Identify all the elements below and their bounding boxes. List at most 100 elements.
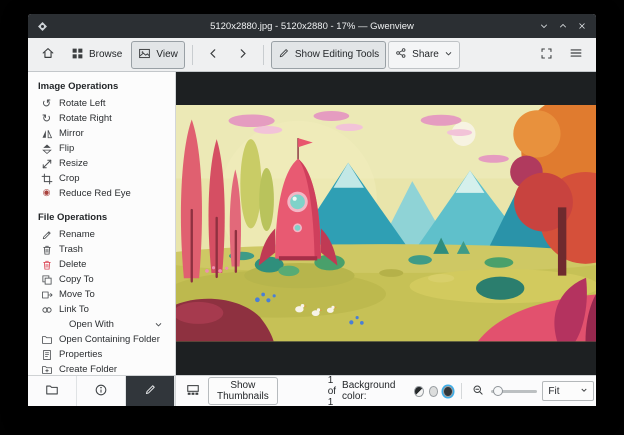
browse-mode-button[interactable]: Browse [64, 41, 129, 69]
photo-rocket-illustration [176, 105, 596, 342]
thumbnails-icon [186, 383, 200, 400]
sidebar-item-label: Move To [59, 289, 95, 300]
chevron-down-icon [444, 49, 453, 61]
view-icon [138, 47, 151, 63]
share-button[interactable]: Share [388, 40, 460, 69]
sidebar-item-link-to[interactable]: Link To [38, 302, 175, 317]
background-dark-swatch[interactable] [443, 385, 453, 397]
edit-pencil-icon [278, 47, 290, 62]
close-button[interactable] [577, 21, 587, 31]
sidebar-item-trash[interactable]: Trash [38, 242, 175, 257]
browse-label: Browse [89, 49, 123, 60]
background-auto-swatch[interactable] [414, 385, 424, 397]
document-properties-icon [40, 348, 53, 361]
sidebar-item-create-folder[interactable]: Create Folder [38, 362, 175, 375]
operations-sidebar: Image Operations ↺ Rotate Left ↻ Rotate … [28, 72, 176, 375]
chevron-down-icon [154, 320, 163, 329]
main-toolbar: Browse View Show Editing Tools Share [28, 38, 596, 72]
zoom-slider-knob[interactable] [492, 386, 503, 396]
sidebar-item-label: Properties [59, 349, 103, 360]
view-label: View [156, 49, 178, 60]
link-icon [40, 303, 53, 316]
home-icon [41, 46, 55, 63]
sidebar-tab-bar [28, 376, 176, 406]
red-eye-icon: ◉ [42, 188, 51, 198]
image-counter: 1 of 1 [327, 374, 337, 407]
view-mode-button[interactable]: View [131, 40, 185, 69]
back-button[interactable] [200, 41, 227, 69]
chevron-down-icon [580, 386, 588, 397]
tab-folders[interactable] [28, 376, 77, 406]
tab-information[interactable] [77, 376, 126, 406]
background-light-swatch[interactable] [428, 385, 439, 397]
mirror-icon [40, 127, 53, 140]
folder-open-icon [40, 333, 53, 346]
fullscreen-icon [540, 47, 553, 63]
sidebar-item-copy-to[interactable]: Copy To [38, 272, 175, 287]
fullscreen-button[interactable] [533, 41, 560, 69]
sidebar-item-crop[interactable]: Crop [38, 171, 175, 186]
titlebar[interactable]: 5120x2880.jpg - 5120x2880 - 17% — Gwenvi… [28, 14, 596, 38]
zoom-out-icon [472, 384, 484, 399]
sidebar-item-reduce-red-eye[interactable]: ◉ Reduce Red Eye [38, 186, 175, 201]
sidebar-item-label: Open Containing Folder [59, 334, 160, 345]
zoom-out-button[interactable] [470, 382, 486, 401]
sidebar-item-label: Crop [59, 173, 80, 184]
folder-icon [45, 383, 59, 400]
sidebar-item-label: Resize [59, 158, 89, 169]
sidebar-item-flip[interactable]: Flip [38, 141, 175, 156]
menu-button[interactable] [562, 41, 590, 69]
sidebar-item-mirror[interactable]: Mirror [38, 126, 175, 141]
tab-operations[interactable] [126, 376, 175, 406]
home-button[interactable] [34, 41, 62, 69]
sidebar-item-label: Copy To [59, 274, 94, 285]
move-icon [40, 288, 53, 301]
sidebar-item-label: Trash [59, 244, 83, 255]
sidebar-item-open-containing-folder[interactable]: Open Containing Folder [38, 332, 175, 347]
sidebar-item-resize[interactable]: Resize [38, 156, 175, 171]
statusbar: Show Thumbnails 1 of 1 Background color: [28, 375, 596, 406]
delete-icon [40, 258, 53, 271]
rotate-right-icon: ↻ [41, 112, 52, 125]
zoom-mode-value: Fit [548, 385, 560, 397]
toolbar-separator [191, 44, 193, 65]
window-title: 5120x2880.jpg - 5120x2880 - 17% — Gwenvi… [210, 20, 414, 32]
sidebar-item-move-to[interactable]: Move To [38, 287, 175, 302]
info-icon [94, 383, 108, 400]
forward-icon [236, 47, 249, 63]
sidebar-item-label: Rename [59, 229, 95, 240]
rename-icon [40, 228, 53, 241]
show-thumbnails-button[interactable]: Show Thumbnails [208, 377, 278, 405]
sidebar-item-properties[interactable]: Properties [38, 347, 175, 362]
forward-button[interactable] [229, 41, 256, 69]
edit-pencil-icon [144, 383, 157, 399]
sidebar-item-open-with[interactable]: Open With [38, 317, 175, 332]
sidebar-item-rotate-right[interactable]: ↻ Rotate Right [38, 111, 175, 126]
share-label: Share [412, 49, 439, 60]
sidebar-item-rename[interactable]: Rename [38, 227, 175, 242]
folder-new-icon [40, 363, 53, 375]
back-icon [207, 47, 220, 63]
sidebar-item-rotate-left[interactable]: ↺ Rotate Left [38, 96, 175, 111]
resize-icon [40, 157, 53, 170]
maximize-button[interactable] [558, 21, 568, 31]
sidebar-item-label: Flip [59, 143, 75, 154]
desktop-background: 5120x2880.jpg - 5120x2880 - 17% — Gwenvi… [0, 0, 624, 435]
image-viewer[interactable] [176, 72, 596, 375]
flip-icon [40, 142, 53, 155]
zoom-slider[interactable] [490, 385, 538, 397]
crop-icon [40, 172, 53, 185]
file-operations-header: File Operations [38, 212, 108, 223]
background-color-label: Background color: [342, 380, 396, 402]
zoom-mode-select[interactable]: Fit [542, 381, 595, 401]
sidebar-item-label: Rotate Right [59, 113, 112, 124]
minimize-button[interactable] [539, 21, 549, 31]
thumbnail-bar-button[interactable] [184, 381, 202, 402]
gwenview-app-icon [37, 21, 48, 32]
sidebar-item-label: Link To [59, 304, 89, 315]
image-operations-header: Image Operations [38, 81, 119, 92]
show-editing-tools-button[interactable]: Show Editing Tools [270, 40, 387, 69]
sidebar-item-delete[interactable]: Delete [38, 257, 175, 272]
show-editing-tools-label: Show Editing Tools [294, 49, 380, 60]
sidebar-item-label: Create Folder [59, 364, 118, 375]
